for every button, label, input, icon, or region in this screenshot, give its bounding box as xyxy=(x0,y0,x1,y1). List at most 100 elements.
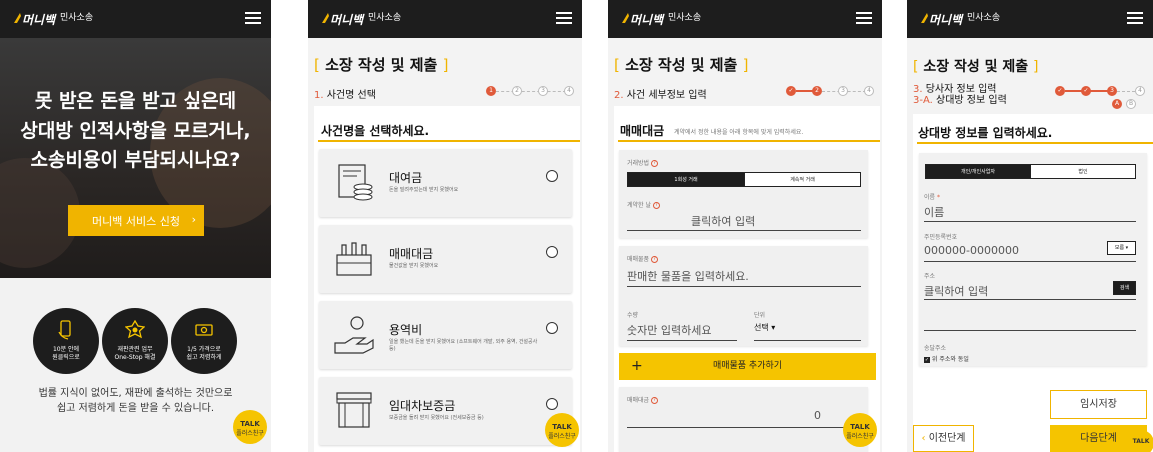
help-icon: ? xyxy=(651,256,659,263)
kakao-talk-button[interactable]: TALK 플러스친구 xyxy=(545,413,579,447)
prev-step-button[interactable]: ‹ 이전단계 xyxy=(913,425,974,452)
case-radio[interactable] xyxy=(546,246,558,258)
party-info-screen: 머니백 민사소송 [ 소장 작성 및 제출 ] 3. 당사자 정보 입력 3-A… xyxy=(907,0,1153,452)
case-select-screen: 머니백 민사소송 [ 소장 작성 및 제출 ] 1. 사건명 선택 1 2 3 … xyxy=(308,0,582,452)
page-title-text: 소장 작성 및 제출 xyxy=(923,59,1029,75)
logo-subtitle: 민사소송 xyxy=(668,13,702,23)
desc-line-2: 쉽고 저렴하게 돈을 받을 수 있습니다. xyxy=(56,403,215,414)
logo-text: 머니백 xyxy=(929,13,964,27)
goods-input[interactable]: 판매한 물품을 입력하세요. xyxy=(627,268,749,284)
desc-line-1: 법률 지식이 없어도, 재판에 출석하는 것만으로 xyxy=(38,388,233,399)
step-dot-4: 4 xyxy=(864,86,874,96)
talk-sub: 플러스친구 xyxy=(236,430,264,437)
price-input[interactable]: 0 xyxy=(814,409,821,422)
addr-input[interactable]: 클릭하여 입력 xyxy=(924,283,988,299)
kakao-talk-button[interactable]: TALK 플러스친구 xyxy=(843,413,877,447)
case-radio[interactable] xyxy=(546,322,558,334)
money-icon xyxy=(195,324,213,336)
kakao-talk-button[interactable]: TALK 플러스친구 xyxy=(233,410,267,444)
step-dot-3: 3 xyxy=(538,86,548,96)
feature-one-click: 10분 안에 원클릭으로 xyxy=(33,308,99,374)
case-item-deposit[interactable]: 임대차보증금 보증금을 돌려 받지 못했어요 (전세보증금 등) xyxy=(319,377,572,445)
logo-subtitle: 민사소송 xyxy=(967,13,1001,23)
goods-section: 매매물품 ? 판매한 물품을 입력하세요. 수량 숫자만 입력하세요 단위 선택… xyxy=(619,246,868,346)
feature-1-line-1: 10분 안에 xyxy=(52,346,80,353)
deal-section: 거래방법 ? 1회성 거래 계속적 거래 계약한 날 ? 클릭하여 입력 xyxy=(619,150,868,238)
case-item-loan[interactable]: 대여금 돈을 빌려주었는데 받지 못했어요 xyxy=(319,149,572,217)
seg-one-time[interactable]: 1회성 거래 xyxy=(627,172,745,187)
mail-label: 송달주소 xyxy=(924,345,947,352)
menu-icon[interactable] xyxy=(245,12,261,24)
case-radio[interactable] xyxy=(546,170,558,182)
hero-line-3: 소송비용이 부담되시나요? xyxy=(30,149,241,171)
case-desc: 보증금을 돌려 받지 못했어요 (전세보증금 등) xyxy=(389,415,484,421)
money-stack-icon xyxy=(338,164,373,201)
details-screen: 머니백 민사소송 [ 소장 작성 및 제출 ] 2. 사건 세부정보 입력 ✓ … xyxy=(608,0,882,452)
app-header: 머니백 민사소송 xyxy=(907,0,1153,38)
feature-cheap: 1/5 가격으로 쉽고 저렴하게 xyxy=(171,308,237,374)
name-input[interactable]: 이름 xyxy=(924,204,944,220)
step-indicator: 1 2 3 4 xyxy=(486,86,576,100)
checkbox-checked-icon: ✓ xyxy=(924,356,930,363)
logo-subtitle: 민사소송 xyxy=(368,13,402,23)
date-input[interactable]: 클릭하여 입력 xyxy=(691,213,755,229)
case-desc: 물건값을 받지 못했어요 xyxy=(389,263,439,269)
case-item-service[interactable]: 용역비 일을 했는데 돈을 받지 못했어요 (소프트웨어 개발, 외주 용역, … xyxy=(319,301,572,369)
seg-continuous[interactable]: 계속적 거래 xyxy=(744,172,861,187)
date-label: 계약한 날 xyxy=(627,202,651,209)
kakao-talk-button[interactable]: TALK xyxy=(1128,430,1153,452)
case-name: 용역비 xyxy=(389,323,423,337)
apply-service-button[interactable]: 머니백 서비스 신청 › xyxy=(68,205,204,236)
menu-icon[interactable] xyxy=(856,12,872,24)
substep-dot-a: A xyxy=(1112,99,1122,109)
unknown-button[interactable]: 모름 ▾ xyxy=(1107,241,1136,255)
feature-1-line-2: 원클릭으로 xyxy=(52,354,80,361)
case-desc: 일을 했는데 돈을 받지 못했어요 (소프트웨어 개발, 외주 용역, 건설공사… xyxy=(389,339,538,352)
hero-line-1: 못 받은 돈을 받고 싶은데 xyxy=(34,90,237,112)
price-label: 매매대금 xyxy=(627,397,650,404)
feature-2-line-2: One-Stop 해결 xyxy=(114,354,156,361)
addr-label: 주소 xyxy=(924,273,936,280)
substep-dot-b: B xyxy=(1126,99,1136,109)
chevron-left-icon: ‹ xyxy=(921,433,926,444)
seg-individual[interactable]: 개인/개인사업자 xyxy=(925,164,1031,179)
save-draft-button[interactable]: 임시저장 xyxy=(1050,390,1147,419)
party-form: 개인/개인사업자 법인 이름 * 이름 주민등록번호 000000-000000… xyxy=(919,153,1147,366)
qty-input[interactable]: 숫자만 입력하세요 xyxy=(627,322,711,338)
step-dot-4: 4 xyxy=(564,86,574,96)
case-item-sales[interactable]: 매매대금 물건값을 받지 못했어요 xyxy=(319,225,572,293)
talk-label: TALK xyxy=(850,423,870,431)
plus-icon: + xyxy=(631,358,643,374)
selection-heading: 사건명을 선택하세요. xyxy=(321,124,430,138)
case-radio[interactable] xyxy=(546,398,558,410)
add-goods-button[interactable]: + 매매물품 추가하기 xyxy=(619,353,876,380)
step-label: 2. 사건 세부정보 입력 xyxy=(614,90,707,101)
case-name: 대여금 xyxy=(389,171,423,185)
landing-screen: 머니백 민사소송 못 받은 돈을 받고 싶은데 상대방 인적사항을 모르거나, … xyxy=(0,0,271,452)
page-title-text: 소장 작성 및 제출 xyxy=(625,56,738,74)
apply-service-label: 머니백 서비스 신청 xyxy=(92,214,180,228)
step-label: 1. 사건명 선택 xyxy=(314,90,376,101)
menu-icon[interactable] xyxy=(1127,12,1143,24)
step-dot-2: 2 xyxy=(512,86,522,96)
same-address-checkbox[interactable]: ✓ 위 주소와 동일 xyxy=(924,354,969,363)
talk-label: TALK xyxy=(1132,438,1150,445)
case-name: 임대차보증금 xyxy=(389,399,456,413)
qty-label: 수량 xyxy=(627,312,639,319)
menu-icon[interactable] xyxy=(556,12,572,24)
hero-line-2: 상대방 인적사항을 모르거나, xyxy=(20,120,251,142)
page-title-text: 소장 작성 및 제출 xyxy=(325,56,438,74)
name-label: 이름 xyxy=(924,194,936,201)
goods-label: 매매물품 xyxy=(627,256,650,263)
page-title: [ 소장 작성 및 제출 ] xyxy=(913,59,1039,75)
unit-select[interactable]: 선택 ▾ xyxy=(754,322,775,333)
id-label: 주민등록번호 xyxy=(924,234,958,241)
search-address-button[interactable]: 검색 xyxy=(1113,281,1136,295)
seg-corporation[interactable]: 법인 xyxy=(1030,164,1136,179)
id-input[interactable]: 000000-0000000 xyxy=(924,244,1019,257)
help-icon: ? xyxy=(651,397,659,404)
logo-text: 머니백 xyxy=(22,13,57,27)
logo-subtitle: 민사소송 xyxy=(60,13,94,23)
party-heading: 상대방 정보를 입력하세요. xyxy=(918,126,1053,140)
logo-text: 머니백 xyxy=(330,13,365,27)
